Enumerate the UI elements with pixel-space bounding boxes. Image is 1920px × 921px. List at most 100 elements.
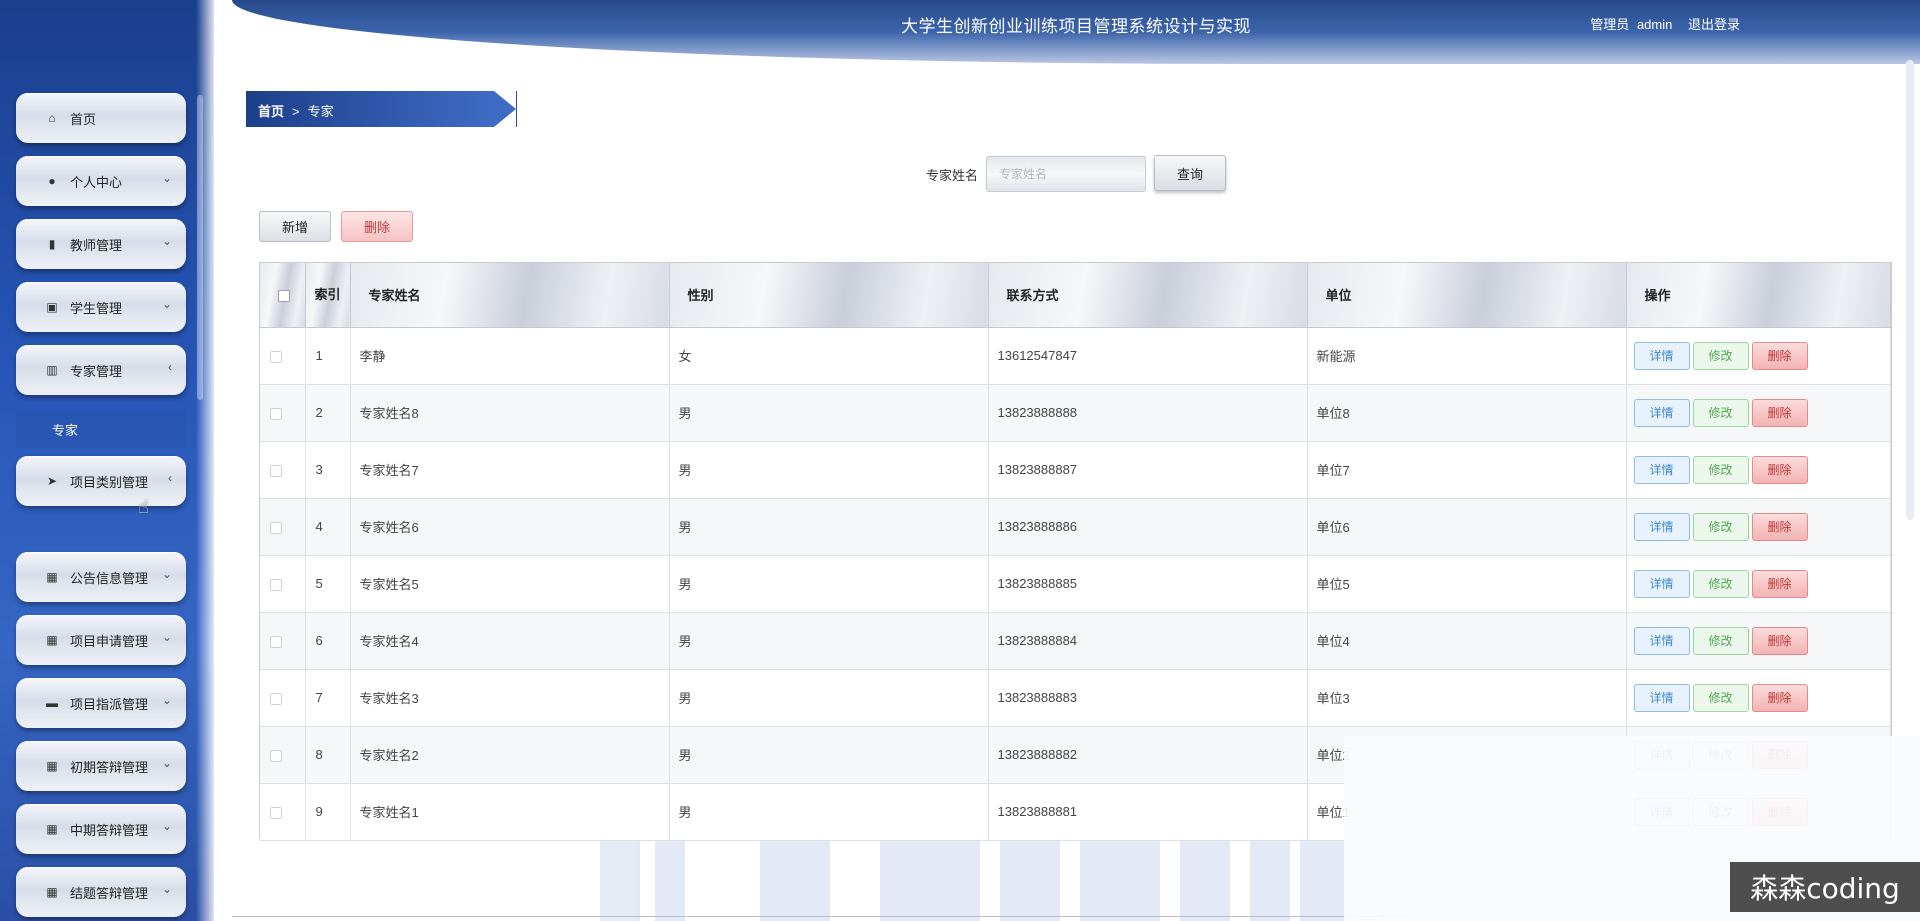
row-checkbox[interactable] xyxy=(270,749,282,762)
delete-button[interactable]: 删除 xyxy=(1751,398,1808,427)
chevron-down-icon: ⌄ xyxy=(161,756,172,770)
detail-button[interactable]: 详情 xyxy=(1633,569,1690,598)
detail-button[interactable]: 详情 xyxy=(1633,398,1690,427)
cell-gender: 男 xyxy=(669,726,989,783)
sidebar-item-1[interactable]: ● 个人中心 ⌄ xyxy=(16,156,186,206)
edit-button[interactable]: 修改 xyxy=(1692,512,1749,541)
cell-gender: 男 xyxy=(669,669,989,726)
edit-button[interactable]: 修改 xyxy=(1692,341,1749,370)
delete-button[interactable]: 删除 xyxy=(1751,569,1808,598)
sidebar-item-4[interactable]: ▥ 专家管理 ‹ xyxy=(16,345,186,395)
sidebar-item-6[interactable]: ▦ 公告信息管理 ⌄ xyxy=(16,552,186,602)
cell-contact: 13823888886 xyxy=(988,498,1308,555)
sidebar-item-10[interactable]: ▦ 中期答辩管理 ⌄ xyxy=(16,804,186,854)
breadcrumb-home-link[interactable]: 首页 xyxy=(258,104,284,119)
logout-link[interactable]: 退出登录 xyxy=(1688,17,1740,32)
cell-contact: 13823888882 xyxy=(988,726,1308,783)
row-checkbox[interactable] xyxy=(270,635,282,648)
delete-button[interactable]: 删除 xyxy=(1751,341,1808,370)
cell-ops: 详情修改删除 xyxy=(1626,669,1891,726)
chevron-down-icon: ⌄ xyxy=(161,693,172,707)
chevron-down-icon: ⌄ xyxy=(161,234,172,248)
breadcrumb: 首页 > 专家 xyxy=(246,91,517,127)
table-row: 2 专家姓名8 男 13823888888 单位8 详情 修改 删除 xyxy=(260,384,1891,441)
cell-ops: 详情修改删除 xyxy=(1626,441,1891,498)
breadcrumb-separator: > xyxy=(292,104,300,119)
edit-button[interactable]: 修改 xyxy=(1692,626,1749,655)
detail-button[interactable]: 详情 xyxy=(1633,455,1690,484)
detail-button[interactable]: 详情 xyxy=(1633,512,1690,541)
grid-icon: ▦ xyxy=(46,759,58,773)
desktop-icon: ▬ xyxy=(46,696,58,710)
delete-button[interactable]: 删除 xyxy=(1751,683,1808,712)
sidebar-item-0[interactable]: ⌂ 首页 xyxy=(16,93,186,143)
row-checkbox[interactable] xyxy=(270,521,282,534)
column-header-ops: 操作 xyxy=(1626,263,1891,328)
cell-name: 专家姓名2 xyxy=(350,726,670,783)
row-select-cell xyxy=(260,498,306,555)
row-checkbox[interactable] xyxy=(270,806,282,819)
cell-gender: 男 xyxy=(669,783,989,840)
sidebar-item-2[interactable]: ▮ 教师管理 ⌄ xyxy=(16,219,186,269)
sidebar-item-7[interactable]: ▦ 项目申请管理 ⌄ xyxy=(16,615,186,665)
cell-contact: 13823888887 xyxy=(988,441,1308,498)
row-select-cell xyxy=(260,669,306,726)
cell-index: 1 xyxy=(305,327,351,384)
edit-button[interactable]: 修改 xyxy=(1692,683,1749,712)
sidebar-item-9[interactable]: ▦ 初期答辩管理 ⌄ xyxy=(16,741,186,791)
detail-button[interactable]: 详情 xyxy=(1633,341,1690,370)
delete-button[interactable]: 删除 xyxy=(1751,512,1808,541)
page-scrollbar[interactable] xyxy=(1906,60,1914,520)
sidebar-subitem-expert[interactable]: 专家 xyxy=(16,410,186,448)
sidebar-item-label: 中期答辩管理 xyxy=(70,822,149,838)
detail-button[interactable]: 详情 xyxy=(1633,626,1690,655)
delete-button[interactable]: 删除 xyxy=(1751,626,1808,655)
cell-unit: 新能源 xyxy=(1307,327,1627,384)
sidebar-item-label: 项目类别管理 xyxy=(70,474,149,490)
cell-index: 7 xyxy=(305,669,351,726)
cell-contact: 13823888885 xyxy=(988,555,1308,612)
row-checkbox[interactable] xyxy=(270,350,282,363)
sidebar-item-3[interactable]: ▣ 学生管理 ⌄ xyxy=(16,282,186,332)
cell-name: 专家姓名5 xyxy=(350,555,670,612)
cell-index: 4 xyxy=(305,498,351,555)
cell-index: 9 xyxy=(305,783,351,840)
cell-unit: 单位8 xyxy=(1307,384,1627,441)
sidebar-item-11[interactable]: ▦ 结题答辩管理 ⌄ xyxy=(16,867,186,917)
edit-button[interactable]: 修改 xyxy=(1692,569,1749,598)
batch-delete-button[interactable]: 删除 xyxy=(341,211,413,242)
row-checkbox[interactable] xyxy=(270,464,282,477)
cell-contact: 13612547847 xyxy=(988,327,1308,384)
detail-button[interactable]: 详情 xyxy=(1633,683,1690,712)
query-button[interactable]: 查询 xyxy=(1154,155,1226,191)
edit-button[interactable]: 修改 xyxy=(1692,455,1749,484)
sidebar-item-8[interactable]: ▬ 项目指派管理 ⌄ xyxy=(16,678,186,728)
watermark: 森森coding xyxy=(1730,862,1920,912)
grid-icon: ▦ xyxy=(46,822,58,836)
footer-divider xyxy=(232,916,1412,917)
row-checkbox[interactable] xyxy=(270,692,282,705)
sidebar-item-5[interactable]: ➤ 项目类别管理 ‹ xyxy=(16,456,186,506)
sidebar-item-label: 结题答辩管理 xyxy=(70,885,149,901)
table-row: 5 专家姓名5 男 13823888885 单位5 详情 修改 删除 xyxy=(260,555,1891,612)
row-checkbox[interactable] xyxy=(270,578,282,591)
table-row: 4 专家姓名6 男 13823888886 单位6 详情 修改 删除 xyxy=(260,498,1891,555)
cell-gender: 男 xyxy=(669,612,989,669)
cell-contact: 13823888888 xyxy=(988,384,1308,441)
sidebar-item-label: 首页 xyxy=(70,111,97,127)
stats-icon: ▥ xyxy=(46,363,58,377)
cell-unit: 单位3 xyxy=(1307,669,1627,726)
cell-unit: 单位7 xyxy=(1307,441,1627,498)
expert-name-search-input[interactable] xyxy=(986,156,1146,192)
select-all-header xyxy=(260,263,306,328)
select-all-checkbox[interactable] xyxy=(278,289,290,302)
delete-button[interactable]: 删除 xyxy=(1751,455,1808,484)
sidebar-item-label: 项目指派管理 xyxy=(70,696,149,712)
cell-index: 6 xyxy=(305,612,351,669)
sidebar-scrollbar[interactable] xyxy=(197,95,203,400)
cell-index: 8 xyxy=(305,726,351,783)
add-button[interactable]: 新增 xyxy=(259,211,331,242)
sidebar-item-label: 个人中心 xyxy=(70,174,123,190)
row-checkbox[interactable] xyxy=(270,407,282,420)
edit-button[interactable]: 修改 xyxy=(1692,398,1749,427)
